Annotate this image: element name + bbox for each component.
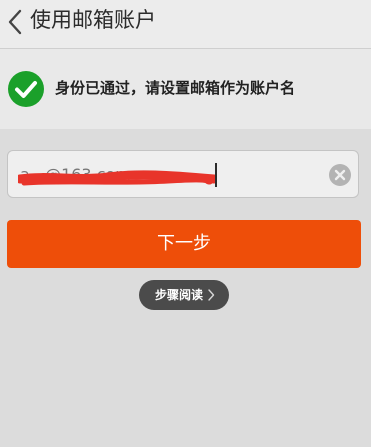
verification-status: 身份已通过，请设置邮箱作为账户名 [0, 49, 371, 129]
step-reading-label: 步骤阅读 [155, 288, 204, 302]
check-circle-icon [8, 71, 44, 107]
chevron-right-icon [208, 289, 215, 301]
step-reading-button[interactable]: 步骤阅读 [139, 280, 229, 310]
page-title: 使用邮箱账户 [30, 8, 156, 32]
email-field[interactable]: a...@163.com [7, 150, 359, 198]
text-cursor [215, 163, 217, 187]
chevron-left-icon[interactable] [4, 7, 26, 37]
status-message: 身份已通过，请设置邮箱作为账户名 [55, 79, 296, 97]
redaction-mark [18, 170, 216, 186]
clear-circle-icon[interactable] [328, 163, 352, 187]
header-bar: 使用邮箱账户 [0, 0, 371, 49]
next-step-button[interactable]: 下一步 [7, 220, 361, 268]
